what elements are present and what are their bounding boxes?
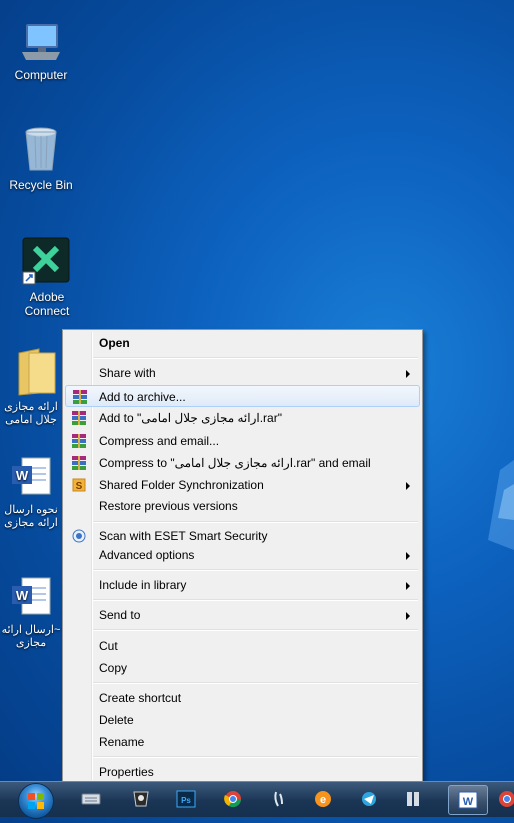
eset-icon <box>72 529 86 543</box>
folder-desktop-icon[interactable]: ارائه مجازی جلال امامی <box>0 347 62 427</box>
folder-label: ارائه مجازی جلال امامی <box>4 401 58 426</box>
menu-item-compress-and-email[interactable]: Compress and email... <box>65 430 420 452</box>
menu-separator <box>93 521 418 523</box>
windows-logo-fragment <box>488 460 514 550</box>
menu-item-properties[interactable]: Properties <box>65 761 420 783</box>
computer-icon <box>22 24 60 60</box>
menu-item-share-with[interactable]: Share with <box>65 362 420 384</box>
menu-item-label: Create shortcut <box>99 691 182 705</box>
menu-item-advanced-options[interactable]: Advanced options <box>65 544 420 566</box>
menu-item-label: Delete <box>99 713 134 727</box>
menu-item-label: Shared Folder Synchronization <box>99 478 264 492</box>
winrar-icon <box>72 411 86 425</box>
word-doc-1-label: نحوه ارسال ارائه مجازی <box>4 504 58 529</box>
word-doc-2-desktop-icon[interactable]: W ~ارسال ارائه مجازی <box>0 574 62 650</box>
recycle-bin-desktop-icon[interactable]: Recycle Bin <box>2 124 80 192</box>
menu-separator <box>93 357 418 359</box>
menu-item-open[interactable]: Open <box>65 332 420 354</box>
menu-separator <box>93 682 418 684</box>
menu-item-label: Include in library <box>99 578 187 592</box>
app-icon[interactable] <box>130 789 152 809</box>
menu-item-add-to-rar[interactable]: Add to "ارائه مجازی جلال امامی.rar" <box>65 407 420 429</box>
menu-item-label: Add to "ارائه مجازی جلال امامی.rar" <box>99 411 282 425</box>
winrar-icon <box>72 434 86 448</box>
menu-item-label: Advanced options <box>99 548 195 562</box>
menu-separator <box>93 569 418 571</box>
context-menu: Open Share with Add to archive... Add to… <box>62 329 423 783</box>
menu-item-rename[interactable]: Rename <box>65 731 420 753</box>
menu-separator <box>93 599 418 601</box>
recycle-bin-label: Recycle Bin <box>9 178 73 192</box>
submenu-arrow-icon <box>406 552 410 560</box>
recycle-bin-icon <box>25 127 57 171</box>
menu-item-label: Compress and email... <box>99 434 220 448</box>
computer-desktop-icon[interactable]: Computer <box>2 18 80 82</box>
svg-text:W: W <box>16 588 29 603</box>
chrome-icon-2[interactable] <box>496 789 514 809</box>
start-button[interactable] <box>18 783 54 819</box>
word-doc-1-desktop-icon[interactable]: W نحوه ارسال ارائه مجازی <box>0 454 62 530</box>
word-taskbar-button[interactable]: W <box>448 785 488 815</box>
winrar-icon[interactable] <box>402 789 424 809</box>
menu-item-label: Cut <box>99 639 118 653</box>
svg-text:S: S <box>76 481 83 492</box>
winrar-icon <box>72 456 86 470</box>
menu-item-add-to-archive[interactable]: Add to archive... <box>65 385 420 407</box>
browser-icon[interactable]: e <box>312 789 334 809</box>
svg-text:e: e <box>320 794 326 806</box>
submenu-arrow-icon <box>406 582 410 590</box>
keyboard-icon[interactable] <box>80 789 102 809</box>
menu-item-label: Open <box>99 336 130 350</box>
svg-text:W: W <box>16 468 29 483</box>
menu-item-cut[interactable]: Cut <box>65 635 420 657</box>
submenu-arrow-icon <box>406 482 410 490</box>
menu-item-include-in-library[interactable]: Include in library <box>65 574 420 596</box>
adobe-connect-label: Adobe Connect <box>24 290 70 318</box>
menu-item-create-shortcut[interactable]: Create shortcut <box>65 687 420 709</box>
menu-item-send-to[interactable]: Send to <box>65 604 420 626</box>
menu-item-label: Send to <box>99 608 141 622</box>
svg-text:W: W <box>463 796 474 808</box>
folder-icon <box>18 348 56 396</box>
menu-item-label: Restore previous versions <box>99 499 238 513</box>
word-document-icon: W <box>12 457 51 495</box>
menu-item-restore-previous-versions[interactable]: Restore previous versions <box>65 495 420 517</box>
menu-item-copy[interactable]: Copy <box>65 657 420 679</box>
menu-item-label: Add to archive... <box>99 390 186 404</box>
menu-separator <box>93 756 418 758</box>
menu-separator <box>93 629 418 631</box>
svg-text:Ps: Ps <box>181 796 191 805</box>
adobe-connect-icon <box>22 237 70 285</box>
computer-label: Computer <box>14 68 68 82</box>
photoshop-icon[interactable]: Ps <box>175 789 197 809</box>
word-doc-2-label: ~ارسال ارائه مجازی <box>1 624 61 649</box>
menu-item-compress-to-rar-and-email[interactable]: Compress to "ارائه مجازی جلال امامی.rar"… <box>65 452 420 474</box>
menu-item-label: Copy <box>99 661 128 675</box>
word-icon: W <box>458 791 478 809</box>
menu-item-label: Rename <box>99 735 145 749</box>
tool-icon[interactable] <box>268 789 290 809</box>
menu-item-shared-folder-sync[interactable]: S Shared Folder Synchronization <box>65 474 420 496</box>
menu-item-label: Compress to "ارائه مجازی جلال امامی.rar"… <box>99 456 371 470</box>
windows-logo-icon <box>28 793 44 809</box>
menu-item-label: Share with <box>99 366 156 380</box>
sync-icon: S <box>72 478 86 492</box>
submenu-arrow-icon <box>406 370 410 378</box>
menu-item-delete[interactable]: Delete <box>65 709 420 731</box>
chrome-icon[interactable] <box>222 789 244 809</box>
submenu-arrow-icon <box>406 612 410 620</box>
adobe-connect-desktop-icon[interactable]: Adobe Connect <box>8 236 86 318</box>
menu-item-label: Properties <box>99 765 154 779</box>
winrar-icon <box>73 390 87 404</box>
word-document-icon: W <box>12 577 51 615</box>
taskbar: Ps e W <box>0 781 514 819</box>
telegram-icon[interactable] <box>358 789 380 809</box>
